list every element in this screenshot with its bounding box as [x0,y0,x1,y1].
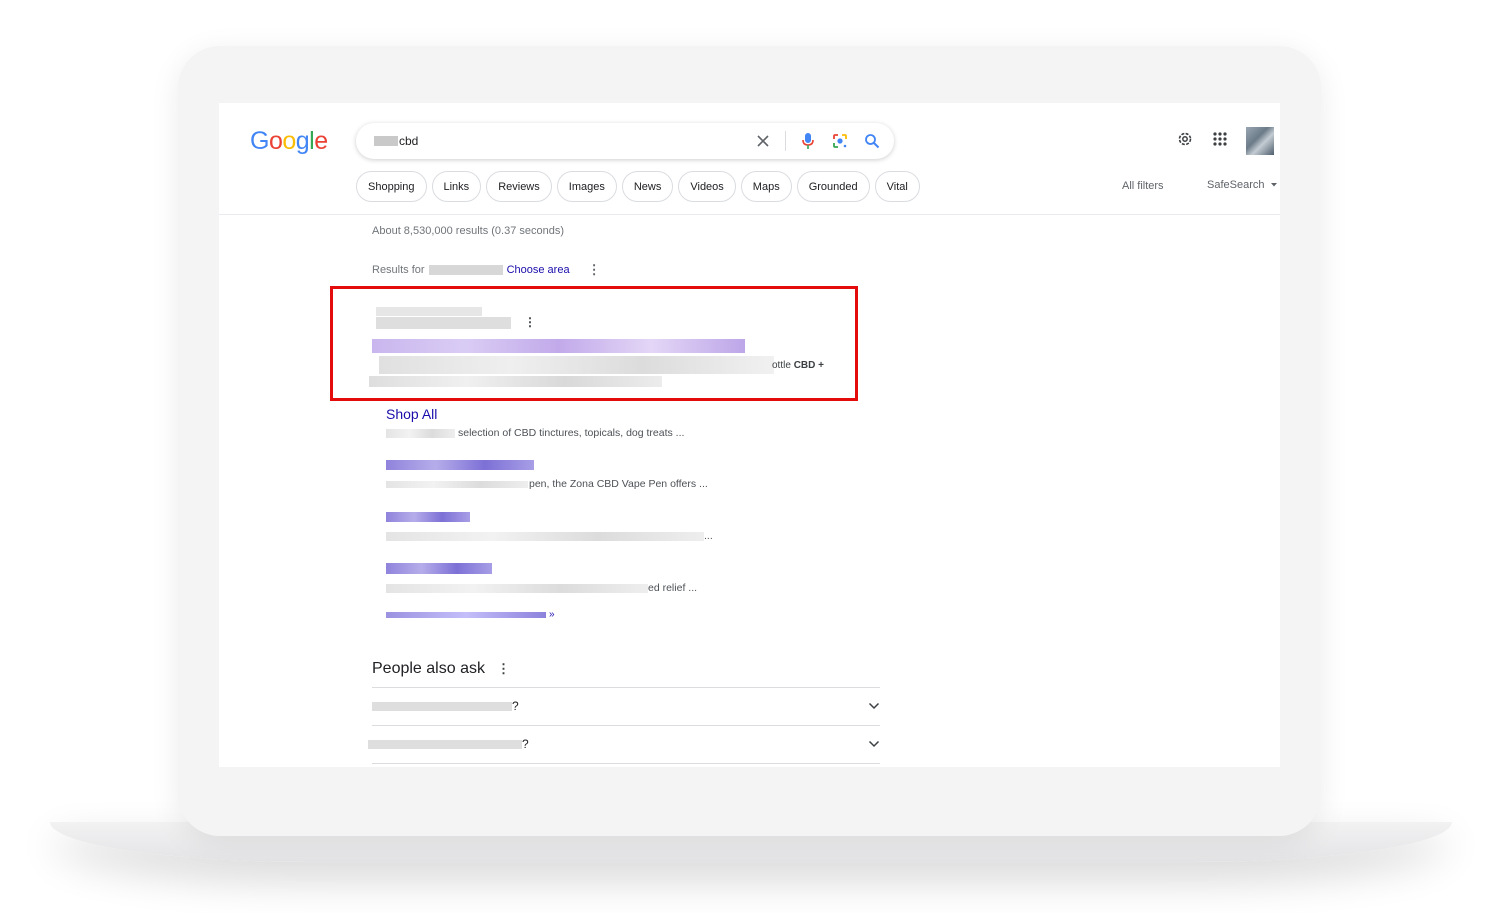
description-tail-bold: CBD + [793,360,824,371]
sitelink-title[interactable]: Shop All [386,406,437,422]
paa-question-text: ? [372,699,519,713]
chevron-down-icon [1271,183,1278,187]
sitelink-description: selection of CBD tinctures, topicals, do… [458,427,685,439]
paa-question[interactable]: ? [372,688,880,724]
apps-grid-icon[interactable] [1212,131,1228,152]
header-actions [1176,127,1274,155]
chip-images[interactable]: Images [556,171,617,202]
chip-links[interactable]: Links [431,171,482,202]
sitelink-description: ... [704,530,713,542]
sitelink-title[interactable] [386,460,534,470]
results-for-label: Results for [372,264,425,276]
more-results-arrow: » [549,609,555,620]
people-also-ask-title: People also ask [372,660,485,677]
redacted-question [372,701,512,711]
settings-gear-icon[interactable] [1176,130,1194,153]
paa-question[interactable]: ? [368,726,880,762]
paa-question-text: ? [368,737,529,751]
search-filter-chips: Shopping Links Reviews Images News Video… [356,171,920,202]
google-logo[interactable]: Google [250,127,328,156]
redacted-more-results-text [386,611,546,618]
page: Google cbd Shopping Links Reviews Images… [0,0,1500,913]
search-input[interactable]: cbd [356,123,894,159]
browser-screen: Google cbd Shopping Links Reviews Images… [219,103,1280,767]
google-lens-icon[interactable] [830,131,850,151]
search-icon[interactable] [862,131,882,151]
paa-divider [372,763,880,764]
logo-letter: g [295,127,310,155]
logo-letter: G [250,127,269,155]
search-divider [785,131,786,151]
chip-news[interactable]: News [621,171,674,202]
redacted-location [428,265,503,275]
search-box-actions [753,123,882,159]
more-results-link[interactable]: » [386,609,555,620]
sitelink-title[interactable] [386,512,470,522]
result-stats: About 8,530,000 results (0.37 seconds) [372,225,565,237]
chip-grounded[interactable]: Grounded [796,171,870,202]
logo-letter: o [282,127,296,155]
all-filters-button[interactable]: All filters [1122,180,1164,192]
redacted-sitelink-desc [386,532,704,541]
search-query-text: cbd [399,134,419,148]
results-location: Results for Choose area ⋮ [372,262,601,278]
sitelink-description: pen, the Zona CBD Vape Pen offers ... [529,478,708,490]
redacted-sitelink-desc [386,584,648,593]
chip-maps[interactable]: Maps [740,171,792,202]
chip-vital[interactable]: Vital [874,171,920,202]
paa-question-suffix: ? [522,737,529,751]
clear-search-icon[interactable] [753,131,773,151]
chip-reviews[interactable]: Reviews [486,171,552,202]
description-tail-text: ottle [772,360,791,371]
result-options-icon[interactable]: ⋮ [524,315,536,329]
safesearch-button[interactable]: SafeSearch [1207,179,1278,191]
redacted-site-url [376,317,511,329]
more-options-icon[interactable]: ⋮ [588,262,601,278]
paa-options-icon[interactable]: ⋮ [497,661,510,677]
sponsored-description-tail: ottle CBD + [772,360,824,371]
safesearch-label: SafeSearch [1207,179,1265,191]
redacted-sitelink-desc [386,429,455,438]
choose-area-link[interactable]: Choose area [507,264,570,276]
logo-letter: e [314,127,328,155]
chevron-down-icon [868,702,880,710]
paa-question-suffix: ? [512,699,519,713]
sponsored-result-description-line2 [369,376,662,387]
sitelink-description: ed relief ... [648,582,698,594]
redacted-question [368,739,522,749]
header-divider [219,214,1280,215]
microphone-icon[interactable] [798,131,818,151]
redacted-site-name [376,307,482,316]
sponsored-result-description [379,356,774,374]
account-avatar[interactable] [1246,127,1274,155]
chip-videos[interactable]: Videos [678,171,736,202]
chevron-down-icon [868,740,880,748]
chip-shopping[interactable]: Shopping [356,171,427,202]
redacted-sitelink-desc [386,481,528,488]
people-also-ask-heading: People also ask ⋮ [372,660,510,678]
sponsored-result-title[interactable] [372,339,745,353]
redacted-query-prefix [374,136,398,146]
logo-letter: o [268,127,283,155]
sitelink-title[interactable] [386,563,492,574]
